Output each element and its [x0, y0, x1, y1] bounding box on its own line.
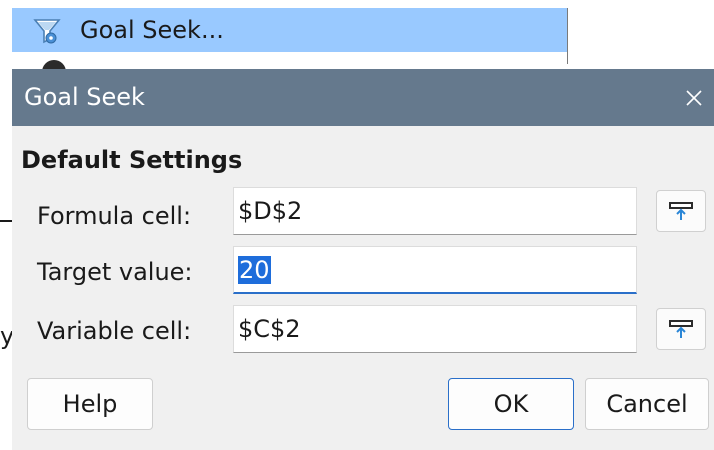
shrink-reference-icon: [669, 202, 693, 220]
context-menu: Goal Seek...: [12, 8, 568, 72]
close-button[interactable]: [674, 69, 714, 126]
menu-divider: [567, 8, 568, 64]
variable-cell-shrink-button[interactable]: [656, 308, 706, 350]
target-value-selection: 20: [238, 256, 271, 284]
help-button[interactable]: Help: [27, 378, 153, 430]
formula-cell-label: Formula cell:: [37, 202, 192, 230]
target-value-label: Target value:: [37, 258, 193, 286]
formula-cell-input[interactable]: $D$2: [233, 187, 637, 235]
dialog-title: Goal Seek: [24, 83, 145, 111]
menu-item-label: Goal Seek...: [80, 16, 224, 44]
section-title: Default Settings: [21, 146, 243, 174]
close-icon: [686, 89, 702, 106]
goal-seek-funnel-icon: [32, 16, 62, 46]
goal-seek-dialog: Goal Seek Default Settings Formula cell:…: [12, 69, 714, 450]
shrink-reference-icon: [669, 320, 693, 338]
target-value-input[interactable]: 20: [233, 246, 637, 294]
dialog-titlebar[interactable]: Goal Seek: [12, 69, 714, 126]
formula-cell-shrink-button[interactable]: [656, 190, 706, 232]
cancel-button[interactable]: Cancel: [585, 378, 709, 430]
variable-cell-label: Variable cell:: [37, 317, 192, 345]
menu-item-goal-seek[interactable]: Goal Seek...: [12, 8, 567, 52]
ok-button[interactable]: OK: [448, 378, 574, 430]
variable-cell-input[interactable]: $C$2: [233, 305, 637, 353]
